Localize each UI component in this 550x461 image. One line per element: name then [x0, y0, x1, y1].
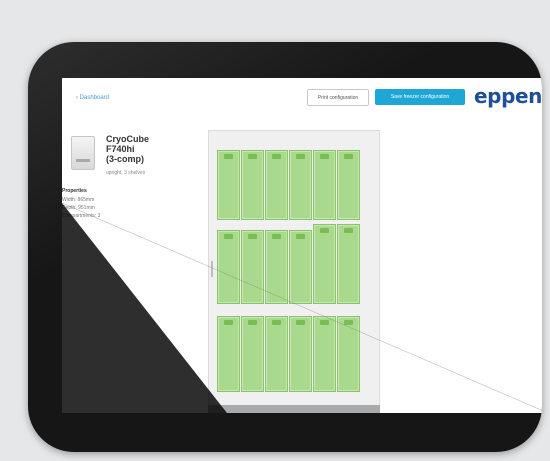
rack-slot[interactable]: [337, 316, 360, 392]
rack-handle-icon: [271, 154, 281, 159]
rack-slot[interactable]: [265, 150, 288, 220]
rack-handle-icon: [247, 320, 257, 325]
freezer-thumbnail-icon: [71, 136, 95, 170]
rack-slot[interactable]: [289, 150, 312, 220]
property-compartments: Compartments: 3: [62, 213, 101, 219]
rack-slot[interactable]: [217, 230, 240, 304]
rack-handle-icon: [319, 154, 329, 159]
rack-slot[interactable]: [265, 230, 288, 304]
rack-slot[interactable]: [313, 224, 336, 304]
rack-slot[interactable]: [241, 150, 264, 220]
freezer-handle: [211, 261, 213, 277]
rack-handle-icon: [271, 234, 281, 239]
rack-handle-icon: [223, 320, 233, 325]
freezer-base: [208, 405, 380, 413]
rack-handle-icon: [223, 154, 233, 159]
rack-slot[interactable]: [217, 150, 240, 220]
rack-slot[interactable]: [337, 224, 360, 304]
rack-handle-icon: [343, 154, 353, 159]
properties-heading: Properties: [62, 188, 87, 194]
app-screen: ‹ Dashboard Print configuration Save fre…: [62, 78, 542, 413]
rack-handle-icon: [343, 320, 353, 325]
rack-handle-icon: [271, 320, 281, 325]
product-subtitle: upright, 3 shelves: [106, 170, 146, 176]
rack-slot[interactable]: [337, 150, 360, 220]
rack-handle-icon: [295, 154, 305, 159]
rack-slot[interactable]: [289, 316, 312, 392]
rack-slot[interactable]: [265, 316, 288, 392]
rack-handle-icon: [319, 320, 329, 325]
rack-handle-icon: [247, 154, 257, 159]
rack-slot[interactable]: [241, 316, 264, 392]
rack-handle-icon: [247, 234, 257, 239]
rack-handle-icon: [295, 320, 305, 325]
rack-handle-icon: [343, 228, 353, 233]
rack-slot[interactable]: [313, 316, 336, 392]
rack-handle-icon: [319, 228, 329, 233]
product-name: CryoCube F740hi (3-comp): [106, 134, 150, 164]
rack-slot[interactable]: [313, 150, 336, 220]
property-depth: Depth: 951mm: [62, 205, 95, 211]
rack-handle-icon: [295, 234, 305, 239]
back-to-dashboard-link[interactable]: ‹ Dashboard: [76, 95, 109, 101]
rack-slot[interactable]: [217, 316, 240, 392]
eppendorf-logo: eppendorf: [474, 84, 542, 108]
save-freezer-configuration-button[interactable]: Save freezer configuration: [375, 89, 465, 105]
print-configuration-button[interactable]: Print configuration: [307, 89, 369, 106]
rack-slot[interactable]: [241, 230, 264, 304]
rack-slot[interactable]: [289, 230, 312, 304]
rack-handle-icon: [223, 234, 233, 239]
top-bar: ‹ Dashboard Print configuration Save fre…: [62, 78, 542, 118]
tablet-device: ‹ Dashboard Print configuration Save fre…: [28, 42, 542, 452]
property-width: Width: 865mm: [62, 197, 95, 203]
